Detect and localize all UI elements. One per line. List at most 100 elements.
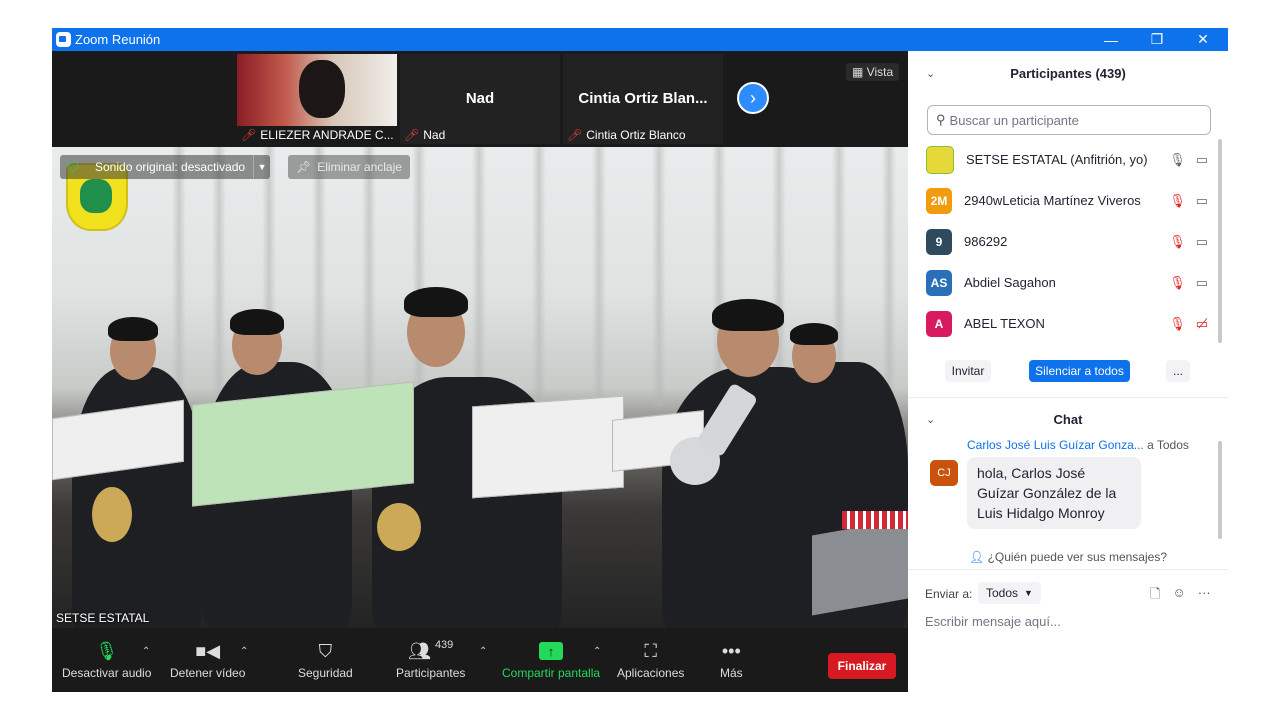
mic-muted-icon[interactable]: 🎙︎ — [1169, 275, 1186, 291]
send-to-dropdown[interactable]: Todos ▼ — [978, 582, 1041, 604]
video-options-caret[interactable]: ⌃ — [240, 646, 248, 657]
send-to-label: Enviar a: — [925, 587, 973, 601]
chat-message-input[interactable]: Escribir mensaje aquí... — [925, 614, 1061, 629]
next-page-button[interactable]: › — [737, 82, 769, 114]
participant-row[interactable]: 9 986292 🎙︎ ▭ — [926, 221, 1208, 262]
participant-tile[interactable]: Nad 🎤︎ Nad — [400, 54, 560, 144]
close-button[interactable]: ✕ — [1180, 28, 1226, 51]
participant-row[interactable]: A ABEL TEXON 🎙︎ ▭̸ — [926, 303, 1208, 344]
avatar — [926, 145, 954, 174]
more-icon: ••• — [721, 640, 741, 661]
camera-icon[interactable]: ▭ — [1196, 193, 1208, 209]
view-label: Vista — [866, 65, 894, 79]
microphone-icon: 🎙︎ — [95, 640, 119, 661]
minimize-button[interactable]: — — [1088, 28, 1134, 51]
chat-scrollbar[interactable] — [1218, 441, 1222, 539]
search-placeholder: Buscar un participante — [949, 112, 1079, 128]
tile-name: ELIEZER ANDRADE C... — [260, 128, 394, 142]
avatar: CJ — [930, 460, 958, 486]
tile-footer: 🎤︎ Cintia Ortiz Blanco — [563, 126, 723, 144]
tile-footer: 🎤︎ ELIEZER ANDRADE C... — [237, 126, 397, 144]
tile-name: Nad — [423, 128, 446, 142]
participant-name: Abdiel Sagahon — [964, 275, 1056, 290]
video-label: Detener vídeo — [170, 666, 246, 680]
participants-more-button[interactable]: ... — [1166, 360, 1190, 382]
original-sound-control[interactable]: ⛉ Sonido original: desactivado ▼ — [60, 155, 271, 179]
who-can-see-link[interactable]: 👤︎ ¿Quién puede ver sus mensajes? — [908, 550, 1228, 564]
meeting-toolbar: 🎙︎ Desactivar audio ⌃ ■◀ Detener vídeo ⌃… — [52, 628, 908, 692]
zoom-app-icon — [56, 32, 71, 47]
participants-button[interactable]: 👥︎ 439 Participantes — [396, 636, 465, 680]
avatar: 2M — [926, 187, 952, 214]
stop-video-button[interactable]: ■◀ Detener vídeo — [170, 636, 246, 681]
main-video[interactable]: ⛉ Sonido original: desactivado ▼ 📌︎ Elim… — [52, 147, 908, 628]
participant-row[interactable]: 2M 2940wLeticia Martínez Viveros 🎙︎ ▭ — [926, 180, 1208, 221]
active-speaker-name: SETSE ESTATAL — [56, 611, 150, 625]
participant-silhouette — [299, 60, 345, 118]
grid-icon: ▦ — [852, 65, 867, 79]
avatar: AS — [926, 269, 952, 296]
pin-icon: 📌︎ — [296, 160, 312, 174]
window-title-bar: Zoom Reunión — ❐ ✕ — [52, 28, 1228, 51]
participants-options-caret[interactable]: ⌃ — [479, 646, 487, 657]
file-icon[interactable]: 🗋 — [1150, 585, 1160, 607]
share-label: Compartir pantalla — [502, 666, 601, 680]
person-icon: 👤︎ — [968, 550, 985, 564]
window-title: Zoom Reunión — [75, 32, 161, 47]
camera-icon[interactable]: ▭ — [1196, 234, 1208, 250]
restore-button[interactable]: ❐ — [1134, 28, 1180, 51]
invite-button[interactable]: Invitar — [945, 360, 991, 382]
share-screen-icon: ↑ — [539, 642, 564, 660]
mute-audio-button[interactable]: 🎙︎ Desactivar audio — [62, 636, 152, 681]
camera-icon[interactable]: ▭ — [1196, 275, 1208, 291]
chat-sender[interactable]: Carlos José Luis Guízar Gonza... — [967, 438, 1144, 452]
more-button[interactable]: ••• Más — [720, 636, 743, 681]
share-options-caret[interactable]: ⌃ — [593, 646, 601, 657]
chat-title: Chat — [1053, 412, 1083, 427]
send-to-value: Todos — [986, 586, 1019, 600]
mic-muted-icon[interactable]: 🎙︎ — [1169, 234, 1186, 250]
view-button[interactable]: ▦ Vista — [846, 63, 900, 81]
divider — [908, 397, 1228, 398]
apps-button[interactable]: ⛶ Aplicaciones — [617, 636, 684, 681]
who-can-see-label: ¿Quién puede ver sus mensajes? — [987, 550, 1167, 564]
participants-label: Participantes — [396, 666, 466, 680]
tile-name: Cintia Ortiz Blanco — [586, 128, 686, 142]
participant-name: ABEL TEXON — [964, 316, 1045, 331]
more-icon[interactable]: ··· — [1198, 585, 1211, 607]
participant-row[interactable]: SETSE ESTATAL (Anfitrión, yo) 🎙︎ ▭ — [926, 139, 1208, 180]
participant-tile[interactable]: 🎤︎ ELIEZER ANDRADE C... — [237, 54, 397, 144]
chevron-down-icon: ▼ — [1024, 588, 1033, 598]
mic-muted-icon: 🎤︎ — [404, 128, 420, 142]
divider — [908, 569, 1228, 570]
mute-all-button[interactable]: Silenciar a todos — [1029, 360, 1130, 382]
share-screen-button[interactable]: ↑ Compartir pantalla — [502, 636, 600, 680]
participants-icon: 👥︎ 439 — [408, 639, 454, 661]
mic-muted-icon[interactable]: 🎙︎ — [1169, 193, 1186, 209]
audio-label: Desactivar audio — [62, 666, 152, 680]
participant-search-input[interactable]: ⚲ Buscar un participante — [927, 105, 1211, 135]
unpin-button[interactable]: 📌︎ Eliminar anclaje — [288, 155, 410, 179]
microphone-icon[interactable]: 🎙︎ — [1169, 152, 1186, 168]
more-label: Más — [720, 666, 743, 680]
participants-title: Participantes (439) — [1010, 66, 1126, 81]
search-icon: ⚲ — [936, 112, 946, 127]
shield-icon: ⛉ — [318, 640, 333, 661]
participant-row[interactable]: AS Abdiel Sagahon 🎙︎ ▭ — [926, 262, 1208, 303]
video-strip: 🎤︎ ELIEZER ANDRADE C... Nad 🎤︎ Nad Cinti… — [52, 51, 908, 147]
audio-options-caret[interactable]: ⌃ — [142, 646, 150, 657]
security-button[interactable]: ⛉ Seguridad — [298, 636, 353, 681]
avatar: A — [926, 310, 952, 337]
camera-off-icon[interactable]: ▭̸ — [1196, 316, 1208, 332]
participant-tile[interactable]: Cintia Ortiz Blan... 🎤︎ Cintia Ortiz Bla… — [563, 54, 723, 144]
emoji-icon[interactable]: ☺ — [1172, 585, 1185, 607]
camera-icon[interactable]: ▭ — [1196, 152, 1208, 168]
security-label: Seguridad — [298, 666, 353, 680]
mic-muted-icon[interactable]: 🎙︎ — [1169, 316, 1186, 332]
side-panel: ⌄ Participantes (439) ⚲ Buscar un partic… — [908, 51, 1228, 692]
participant-name: 986292 — [964, 234, 1008, 249]
participants-scrollbar[interactable] — [1218, 139, 1222, 343]
chevron-down-icon[interactable]: ▼ — [253, 155, 270, 179]
end-meeting-button[interactable]: Finalizar — [828, 653, 896, 679]
participant-name: 2940wLeticia Martínez Viveros — [964, 193, 1141, 208]
